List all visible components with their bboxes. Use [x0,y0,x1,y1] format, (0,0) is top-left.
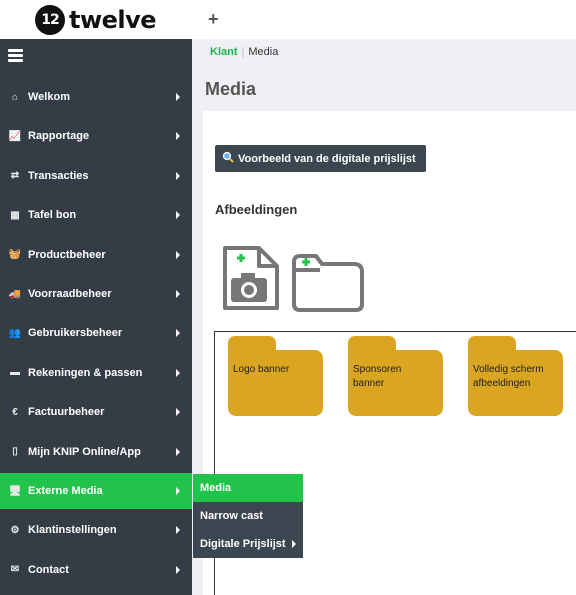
breadcrumb-separator: | [241,46,245,58]
monitor-icon: 🖥 [8,485,22,497]
folder-label: Volledig scherm afbeeldingen [473,364,544,389]
submenu-label: Digitale Prijslijst [200,538,286,550]
sidebar-item-label: Welkom [28,91,70,103]
sidebar-item-gebruikersbeheer[interactable]: 👥 Gebruikersbeheer [0,315,192,351]
chevron-right-icon [176,171,180,180]
add-folder-icon[interactable] [290,252,366,314]
sidebar-item-contact[interactable]: ✉ Contact [0,552,192,588]
sidebar-item-label: Tafel bon [28,209,77,222]
sidebar-item-transacties[interactable]: ⇄ Transacties [0,158,192,194]
sidebar-item-welkom[interactable]: ⌂ Welkom [0,79,192,115]
submenu-item-narrow-cast[interactable]: Narrow cast [193,502,303,530]
exchange-icon: ⇄ [10,170,20,182]
submenu-item-digitale-prijslijst[interactable]: Digitale Prijslijst [193,530,303,558]
sidebar-item-label: Transacties [28,169,89,182]
sidebar-item-label: Externe Media [28,485,103,497]
euro-icon: € [12,406,18,418]
home-icon: ⌂ [11,91,19,103]
sidebar-item-mijn-knip-online-app[interactable]: ▯ Mijn KNIP Online/App [0,434,192,470]
chevron-right-icon [176,447,180,456]
submenu-label: Media [200,482,232,494]
basket-icon: 🧺 [8,249,22,261]
page-title: Media [205,79,257,99]
chevron-right-icon [176,290,180,298]
sidebar-item-label: Mijn KNIP Online/App [28,445,141,458]
chevron-right-icon [176,132,180,141]
folder-logo-banner[interactable]: Logo banner [228,336,323,416]
sidebar-item-voorraadbeheer[interactable]: 🚚 Voorraadbeheer [0,276,192,312]
search-icon [222,151,234,166]
cogs-icon: ⚙ [10,524,20,536]
sidebar-item-label: Factuurbeheer [28,406,105,419]
submenu-label: Narrow cast [200,510,263,522]
mobile-icon: ▯ [12,446,18,458]
sidebar-item-tafel-bon[interactable]: ▦ Tafel bon [0,197,192,233]
credit-card-icon: ▬ [10,367,20,379]
externe-media-submenu: Media Narrow cast Digitale Prijslijst [193,474,303,558]
chevron-right-icon [176,250,180,259]
line-chart-icon: 📈 [8,130,22,142]
section-title: Afbeeldingen [215,202,298,217]
chevron-right-icon [176,329,180,338]
sidebar-item-label: Voorraadbeheer [28,288,112,300]
folder-label: Logo banner [233,364,290,375]
chevron-right-icon [176,565,180,574]
submenu-item-media[interactable]: Media [193,474,303,502]
sidebar-item-externe-media[interactable]: 🖥 Externe Media [0,473,192,509]
folder-sponsoren-banner[interactable]: Sponsoren banner [348,336,443,416]
folder-label: Sponsoren banner [353,364,402,389]
sidebar-item-label: Rekeningen & passen [28,366,143,379]
chevron-right-icon [291,540,296,548]
plus-icon[interactable]: + [208,9,219,30]
sidebar-item-rapportage[interactable]: 📈 Rapportage [0,118,192,154]
grid-icon: ▦ [10,209,20,221]
logo-mark: 12 [35,5,65,35]
breadcrumb: Klant | Media [210,46,278,58]
breadcrumb-current: Media [248,46,279,58]
sidebar-item-label: Rapportage [28,130,90,143]
chevron-right-icon [176,408,180,417]
twelve-logo[interactable]: 12 twelve [35,5,157,35]
sidebar-item-label: Contact [28,563,69,576]
sidebar-item-label: Productbeheer [28,248,106,261]
sidebar-item-label: Klantinstellingen [28,524,117,537]
sidebar: ⌂ Welkom 📈 Rapportage ⇄ Transacties ▦ Tafel bon… [0,39,192,595]
chevron-right-icon [176,526,180,535]
sidebar-item-rekeningen-passen[interactable]: ▬ Rekeningen & passen [0,355,192,391]
chevron-right-icon [176,368,180,377]
preview-pricelist-button[interactable]: Voorbeeld van de digitale prijslijst [215,145,426,172]
truck-icon: 🚚 [8,288,22,300]
chevron-right-icon [176,487,180,495]
chevron-right-icon [176,211,180,220]
sidebar-item-factuurbeheer[interactable]: € Factuurbeheer [0,394,192,430]
top-bar: 12 twelve + [0,0,576,39]
envelope-icon: ✉ [10,564,20,576]
breadcrumb-klant[interactable]: Klant [210,46,238,58]
hamburger-icon[interactable] [8,49,23,62]
logo-text: twelve [69,6,157,34]
add-image-icon[interactable] [221,246,281,312]
sidebar-item-klantinstellingen[interactable]: ⚙ Klantinstellingen [0,512,192,548]
chevron-right-icon [176,93,180,101]
users-icon: 👥 [8,327,22,339]
sidebar-item-productbeheer[interactable]: 🧺 Productbeheer [0,237,192,273]
preview-button-label: Voorbeeld van de digitale prijslijst [238,152,416,165]
sidebar-item-label: Gebruikersbeheer [28,327,123,340]
folder-volledig-scherm-afbeeldingen[interactable]: Volledig scherm afbeeldingen [468,336,563,416]
